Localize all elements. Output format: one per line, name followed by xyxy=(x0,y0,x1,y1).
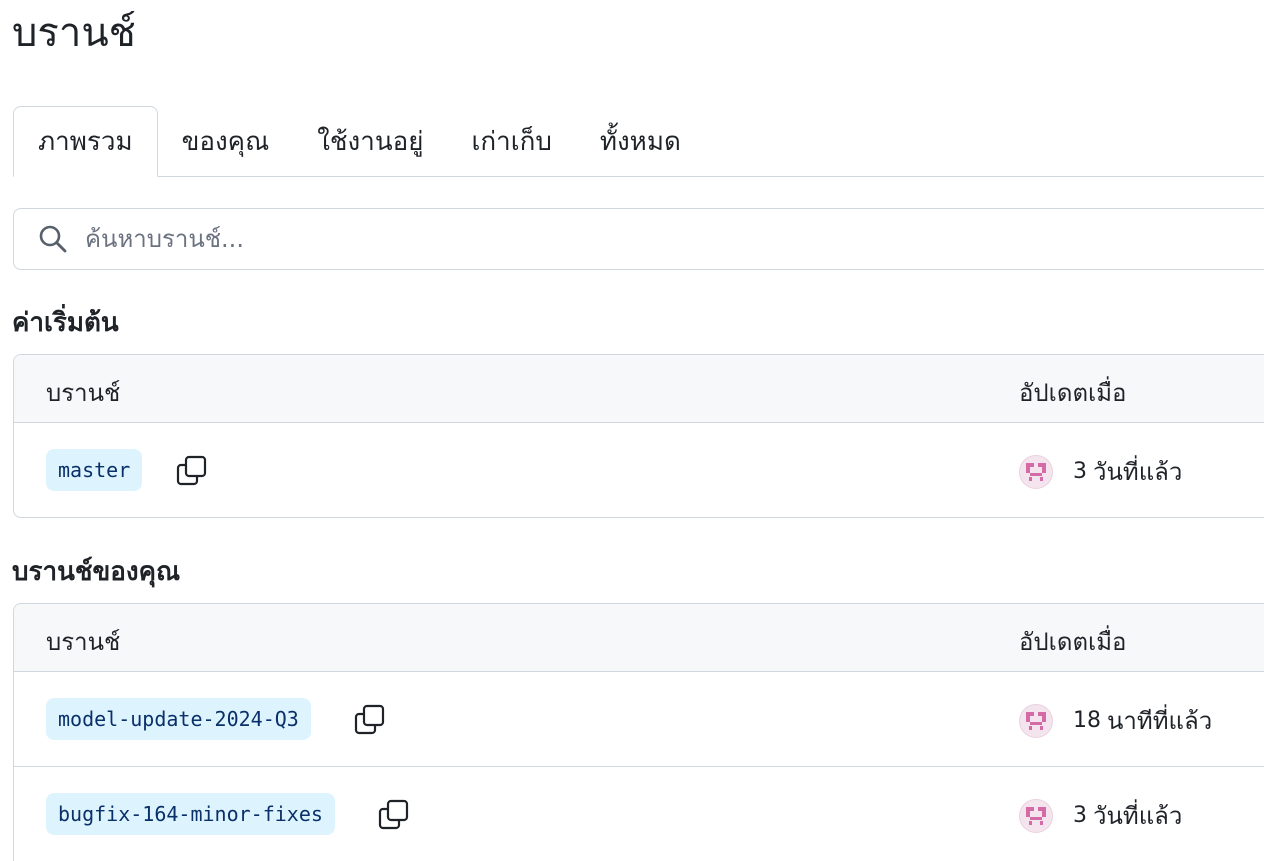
default-section-heading: ค่าเริ่มต้น xyxy=(12,308,119,338)
column-header-branch: บรานช์ xyxy=(46,379,121,407)
updated-cell: 18 นาทีที่แล้ว xyxy=(1019,701,1212,740)
avatar[interactable] xyxy=(1019,454,1053,489)
copy-icon[interactable] xyxy=(376,797,412,833)
updated-cell: 3 วันที่แล้ว xyxy=(1019,796,1182,835)
branch-name-link[interactable]: master xyxy=(46,449,143,491)
updated-number: 3 xyxy=(1073,459,1087,484)
tab-stale[interactable]: เก่าเก็บ xyxy=(447,106,575,176)
column-header-updated: อัปเดตเมื่อ xyxy=(1019,379,1127,407)
search-input[interactable] xyxy=(83,224,1187,254)
branch-name-link[interactable]: bugfix-164-minor-fixes xyxy=(46,793,335,835)
table-header: บรานช์ อัปเดตเมื่อ xyxy=(14,355,1264,423)
your-branches-table: บรานช์ อัปเดตเมื่อ model-update-2024-Q3 … xyxy=(13,603,1264,861)
your-branches-heading: บรานช์ของคุณ xyxy=(12,557,181,587)
default-branch-table: บรานช์ อัปเดตเมื่อ master 3 วันที่แล้ว xyxy=(13,354,1264,518)
tab-active[interactable]: ใช้งานอยู่ xyxy=(293,106,447,176)
column-header-branch: บรานช์ xyxy=(46,628,121,656)
branch-name-link[interactable]: model-update-2024-Q3 xyxy=(46,698,311,740)
table-row: model-update-2024-Q3 18 นาทีที่แล้ว xyxy=(14,672,1264,767)
tab-all[interactable]: ทั้งหมด xyxy=(576,106,705,176)
updated-number: 18 xyxy=(1073,708,1101,733)
updated-unit: วันที่แล้ว xyxy=(1093,802,1183,830)
table-row: master 3 วันที่แล้ว xyxy=(14,423,1264,517)
updated-cell: 3 วันที่แล้ว xyxy=(1019,452,1182,491)
avatar[interactable] xyxy=(1019,798,1053,833)
table-header: บรานช์ อัปเดตเมื่อ xyxy=(14,604,1264,672)
search-icon xyxy=(37,223,69,255)
search-box[interactable] xyxy=(13,208,1264,270)
copy-icon[interactable] xyxy=(352,702,388,738)
updated-number: 3 xyxy=(1073,803,1087,828)
column-header-updated: อัปเดตเมื่อ xyxy=(1019,628,1127,656)
page-title: บรานช์ xyxy=(12,10,136,56)
tab-overview[interactable]: ภาพรวม xyxy=(13,106,158,177)
updated-unit: วันที่แล้ว xyxy=(1093,458,1183,486)
updated-unit: นาทีที่แล้ว xyxy=(1107,707,1213,735)
table-row: bugfix-164-minor-fixes 3 วันที่แล้ว xyxy=(14,767,1264,861)
tab-yours[interactable]: ของคุณ xyxy=(158,106,294,176)
copy-icon[interactable] xyxy=(174,453,210,489)
branch-tabs: ภาพรวม ของคุณ ใช้งานอยู่ เก่าเก็บ ทั้งหม… xyxy=(13,106,1264,177)
avatar[interactable] xyxy=(1019,703,1053,738)
